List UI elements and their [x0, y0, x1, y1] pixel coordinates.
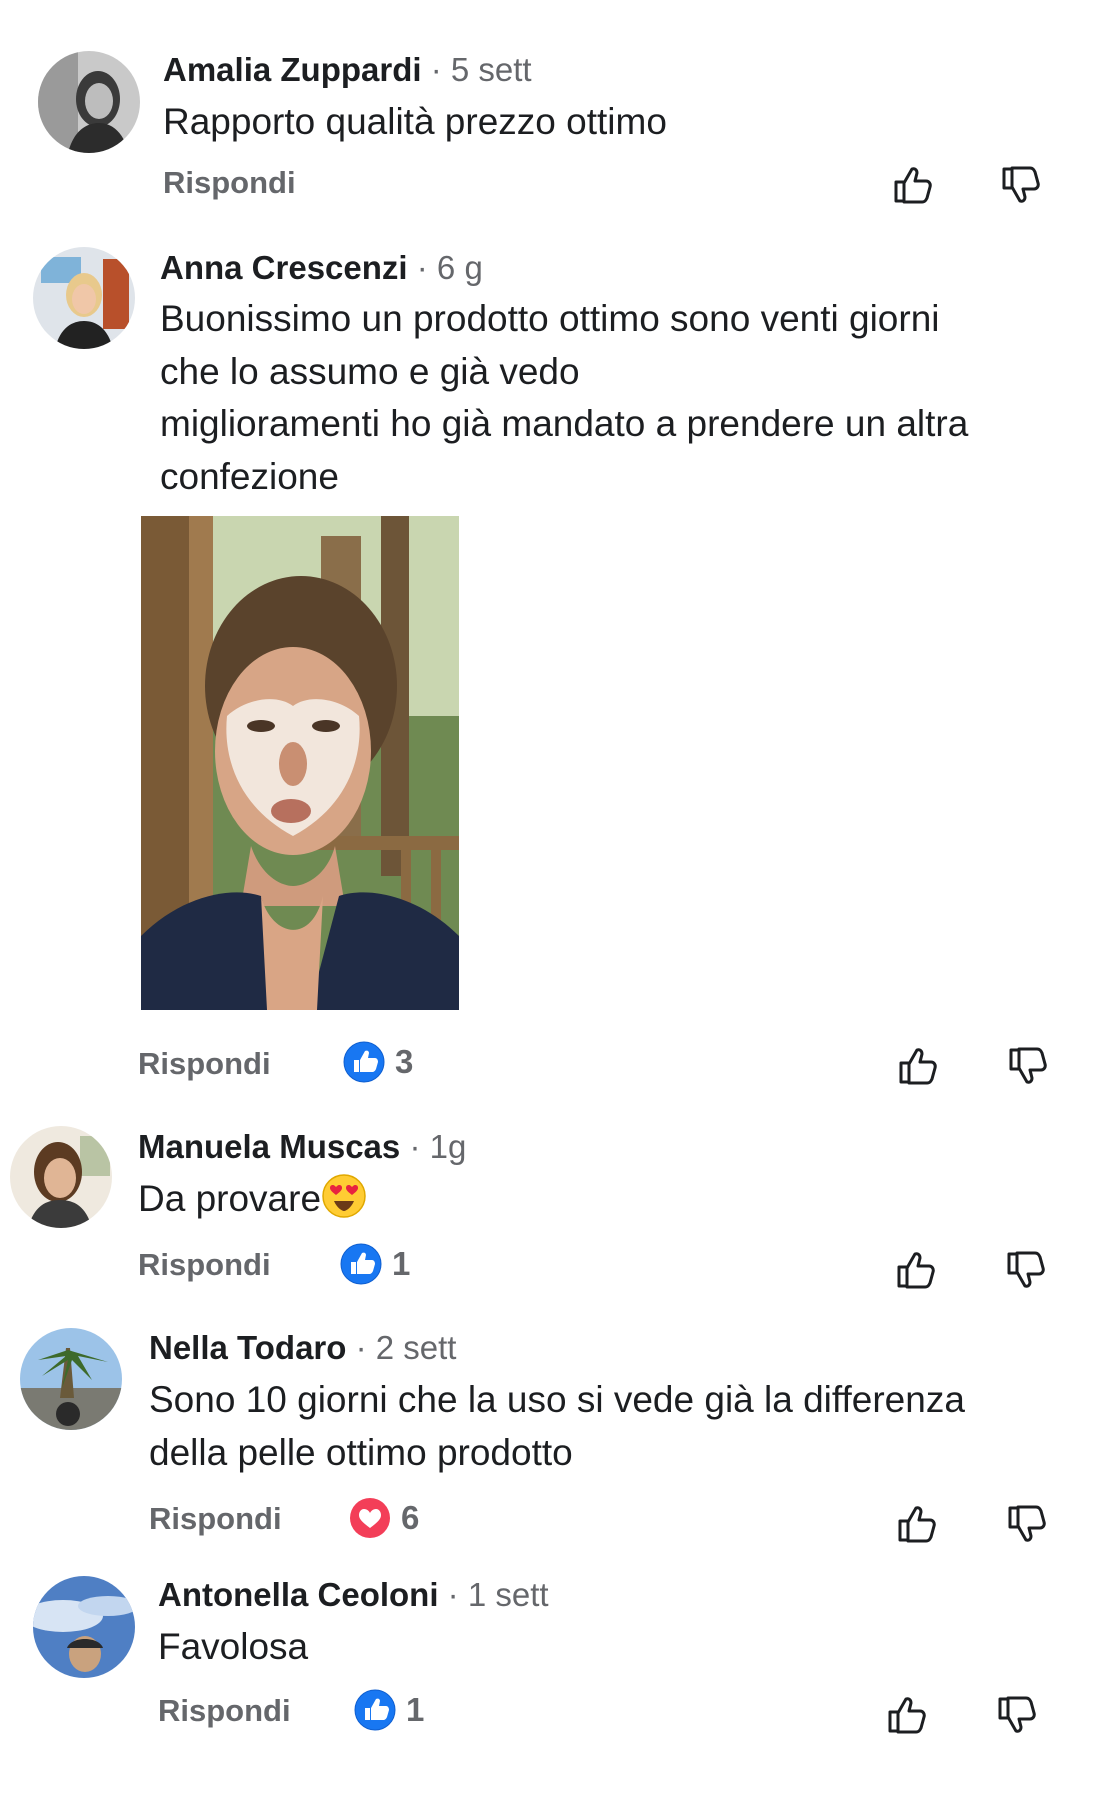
reaction-count: 3 — [395, 1043, 414, 1080]
author-name[interactable]: Antonella Ceoloni — [158, 1576, 439, 1613]
comment-photo[interactable] — [141, 516, 459, 1010]
comment-line: della pelle ottimo prodotto — [149, 1431, 573, 1473]
reaction-count: 1 — [406, 1691, 425, 1728]
comment-line: Rapporto qualità prezzo ottimo — [163, 101, 667, 142]
comment-timestamp[interactable]: · 5 sett — [431, 51, 532, 88]
dislike-icon[interactable] — [998, 163, 1042, 207]
reaction-count: 6 — [401, 1499, 420, 1536]
reply-button[interactable]: Rispondi — [149, 1499, 282, 1539]
comment-line: Da provare — [138, 1173, 367, 1226]
reply-button[interactable]: Rispondi — [158, 1691, 291, 1731]
comment-line: Sono 10 giorni che la uso si vede già la… — [149, 1379, 965, 1420]
comment-text: Da provare — [138, 1173, 367, 1226]
author-name[interactable]: Amalia Zuppardi — [163, 51, 422, 88]
author-name[interactable]: Anna Crescenzi — [160, 249, 408, 286]
comment-timestamp[interactable]: · 1g — [409, 1128, 466, 1165]
dislike-icon[interactable] — [1005, 1044, 1049, 1088]
comment-header: Manuela Muscas · 1g — [138, 1127, 466, 1167]
reply-button[interactable]: Rispondi — [138, 1245, 271, 1285]
dislike-icon[interactable] — [1003, 1248, 1047, 1292]
comment-timestamp[interactable]: · 6 g — [417, 249, 483, 286]
author-name[interactable]: Nella Todaro — [149, 1329, 346, 1366]
comment-text: Favolosa — [158, 1621, 308, 1674]
comment-header: Anna Crescenzi · 6 g — [160, 248, 483, 288]
heart-reaction-icon — [349, 1497, 391, 1539]
like-reaction-icon — [343, 1041, 385, 1083]
reaction-summary[interactable]: 1 — [340, 1243, 410, 1285]
dislike-icon[interactable] — [994, 1693, 1038, 1737]
comment-header: Antonella Ceoloni · 1 sett — [158, 1575, 549, 1615]
like-reaction-icon — [340, 1243, 382, 1285]
reply-button[interactable]: Rispondi — [163, 163, 296, 203]
comment-line: miglioramenti ho già mandato a prendere … — [160, 403, 969, 444]
author-name[interactable]: Manuela Muscas — [138, 1128, 400, 1165]
reaction-summary[interactable]: 6 — [349, 1497, 419, 1539]
like-icon[interactable] — [893, 1248, 937, 1292]
comment-header: Nella Todaro · 2 sett — [149, 1328, 456, 1368]
avatar[interactable] — [38, 51, 140, 153]
reaction-summary[interactable]: 1 — [354, 1689, 424, 1731]
comment-timestamp[interactable]: · 1 sett — [448, 1576, 549, 1613]
reaction-summary[interactable]: 3 — [343, 1041, 413, 1083]
comment-text: Rapporto qualità prezzo ottimo — [163, 96, 667, 149]
reply-button[interactable]: Rispondi — [138, 1044, 271, 1084]
comment-header: Amalia Zuppardi · 5 sett — [163, 50, 532, 90]
like-icon[interactable] — [895, 1044, 939, 1088]
heart-eyes-emoji-icon — [322, 1174, 366, 1218]
avatar[interactable] — [20, 1328, 122, 1430]
comment-line: che lo assumo e già vedo — [160, 350, 580, 392]
comment-line: Favolosa — [158, 1626, 309, 1667]
like-icon[interactable] — [884, 1693, 928, 1737]
like-icon[interactable] — [894, 1502, 938, 1546]
avatar[interactable] — [10, 1126, 112, 1228]
avatar[interactable] — [33, 247, 135, 349]
comment-line: confezione — [160, 455, 339, 497]
comment-text: Sono 10 giorni che la uso si vede già la… — [149, 1374, 965, 1479]
like-icon[interactable] — [890, 163, 934, 207]
dislike-icon[interactable] — [1004, 1502, 1048, 1546]
comment-line-text: Da provare — [138, 1178, 322, 1219]
comment-text: Buonissimo un prodotto ottimo sono venti… — [160, 293, 968, 503]
comment-line: Buonissimo un prodotto ottimo sono venti… — [160, 298, 940, 339]
comment-timestamp[interactable]: · 2 sett — [356, 1329, 457, 1366]
reaction-count: 1 — [392, 1245, 411, 1282]
like-reaction-icon — [354, 1689, 396, 1731]
avatar[interactable] — [33, 1576, 135, 1678]
